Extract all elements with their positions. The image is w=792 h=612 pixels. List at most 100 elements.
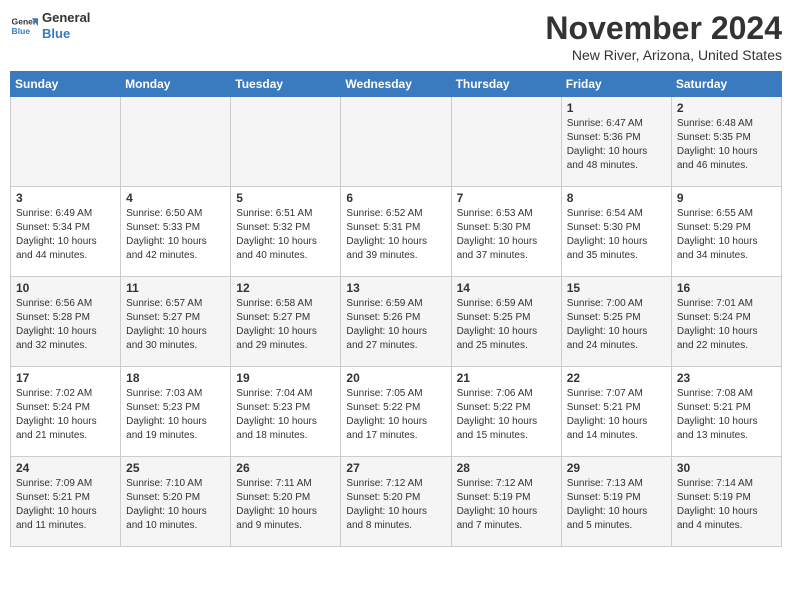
logo: General Blue General Blue	[10, 10, 90, 41]
daylight-hours: Daylight: 10 hours	[567, 416, 648, 427]
calendar-cell: 6 Sunrise: 6:52 AMSunset: 5:31 PMDaylight…	[341, 187, 451, 277]
calendar-cell: 4Sunrise: 6:50 AMSunset: 5:33 PMDaylight…	[121, 187, 231, 277]
calendar-cell: 26Sunrise: 7:11 AMSunset: 5:20 PMDayligh…	[231, 457, 341, 547]
sunrise-info: Sunrise: 7:02 AM	[16, 388, 92, 399]
header-cell-tuesday: Tuesday	[231, 72, 341, 97]
sunrise-info: Sunrise: 7:09 AM	[16, 478, 92, 489]
calendar-cell: 30Sunrise: 7:14 AMSunset: 5:19 PMDayligh…	[671, 457, 781, 547]
calendar-cell: 1Sunrise: 6:47 AMSunset: 5:36 PMDaylight…	[561, 97, 671, 187]
day-info: Sunrise: 6:57 AMSunset: 5:27 PMDaylight:…	[126, 297, 225, 353]
day-info: Sunrise: 6:54 AMSunset: 5:30 PMDaylight:…	[567, 207, 666, 263]
daylight-hours: Daylight: 10 hours	[677, 326, 758, 337]
day-info: Sunrise: 6:56 AMSunset: 5:28 PMDaylight:…	[16, 297, 115, 353]
sunset-info: Sunset: 5:20 PM	[236, 492, 310, 503]
day-number: 19	[236, 371, 335, 385]
sunset-info: Sunset: 5:28 PM	[16, 312, 90, 323]
daylight-hours: Daylight: 10 hours	[16, 326, 97, 337]
calendar-cell: 27Sunrise: 7:12 AMSunset: 5:20 PMDayligh…	[341, 457, 451, 547]
day-info: Sunrise: 7:08 AMSunset: 5:21 PMDaylight:…	[677, 387, 776, 443]
daylight-hours: Daylight: 10 hours	[677, 146, 758, 157]
calendar-cell	[341, 97, 451, 187]
day-number: 22	[567, 371, 666, 385]
daylight-minutes: and 7 minutes.	[457, 520, 523, 531]
day-number: 13	[346, 281, 445, 295]
week-row-5: 24 Sunrise: 7:09 AM Sunset: 5:21 PM Dayligh…	[11, 457, 782, 547]
day-info: Sunrise: 6:53 AMSunset: 5:30 PMDaylight:…	[457, 207, 556, 263]
sunset-info: Sunset: 5:19 PM	[677, 492, 751, 503]
day-info: Sunrise: 6:59 AMSunset: 5:25 PMDaylight:…	[457, 297, 556, 353]
day-info: Sunrise: 7:04 AMSunset: 5:23 PMDaylight:…	[236, 387, 335, 443]
calendar-cell: 21Sunrise: 7:06 AMSunset: 5:22 PMDayligh…	[451, 367, 561, 457]
daylight-hours: Daylight: 10 hours	[457, 236, 538, 247]
sunrise-info: Sunrise: 6:48 AM	[677, 118, 753, 129]
sunrise-info: Sunrise: 7:03 AM	[126, 388, 202, 399]
day-number: 28	[457, 461, 556, 475]
logo-text-line2: Blue	[42, 26, 90, 42]
day-info: Sunrise: 7:11 AMSunset: 5:20 PMDaylight:…	[236, 477, 335, 533]
day-info: Sunrise: 6:51 AMSunset: 5:32 PMDaylight:…	[236, 207, 335, 263]
day-info: Sunrise: 6:52 AMSunset: 5:31 PMDaylight:…	[346, 207, 445, 263]
calendar-cell: 25Sunrise: 7:10 AMSunset: 5:20 PMDayligh…	[121, 457, 231, 547]
day-number: 7	[457, 191, 556, 205]
day-number: 23	[677, 371, 776, 385]
day-info: Sunrise: 7:13 AMSunset: 5:19 PMDaylight:…	[567, 477, 666, 533]
day-info: Sunrise: 7:07 AMSunset: 5:21 PMDaylight:…	[567, 387, 666, 443]
calendar-cell: 8 Sunrise: 6:54 AMSunset: 5:30 PMDaylight…	[561, 187, 671, 277]
sunset-info: Sunset: 5:19 PM	[457, 492, 531, 503]
sunrise-info: Sunrise: 7:08 AM	[677, 388, 753, 399]
sunrise-info: Sunrise: 6:59 AM	[457, 298, 533, 309]
day-number: 8	[567, 191, 666, 205]
sunrise-info: Sunrise: 7:06 AM	[457, 388, 533, 399]
sunrise-info: Sunrise: 6:55 AM	[677, 208, 753, 219]
sunset-info: Sunset: 5:34 PM	[16, 222, 90, 233]
calendar-cell: 14Sunrise: 6:59 AMSunset: 5:25 PMDayligh…	[451, 277, 561, 367]
calendar-cell: 18Sunrise: 7:03 AMSunset: 5:23 PMDayligh…	[121, 367, 231, 457]
daylight-hours: Daylight: 10 hours	[236, 416, 317, 427]
calendar-cell: 24 Sunrise: 7:09 AM Sunset: 5:21 PM Dayligh…	[11, 457, 121, 547]
day-number: 24	[16, 461, 115, 475]
header-cell-sunday: Sunday	[11, 72, 121, 97]
sunset-info: Sunset: 5:21 PM	[16, 492, 90, 503]
daylight-hours: Daylight: 10 hours	[677, 506, 758, 517]
daylight-minutes: and 14 minutes.	[567, 430, 638, 441]
day-info: Sunrise: 6:59 AMSunset: 5:26 PMDaylight:…	[346, 297, 445, 353]
location: New River, Arizona, United States	[545, 47, 782, 63]
calendar-cell: 17Sunrise: 7:02 AMSunset: 5:24 PMDayligh…	[11, 367, 121, 457]
daylight-hours: Daylight: 10 hours	[16, 236, 97, 247]
day-info: Sunrise: 7:12 AMSunset: 5:19 PMDaylight:…	[457, 477, 556, 533]
day-info: Sunrise: 7:12 AMSunset: 5:20 PMDaylight:…	[346, 477, 445, 533]
daylight-hours: Daylight: 10 hours	[16, 506, 97, 517]
sunrise-info: Sunrise: 6:50 AM	[126, 208, 202, 219]
week-row-2: 3Sunrise: 6:49 AMSunset: 5:34 PMDaylight…	[11, 187, 782, 277]
sunrise-info: Sunrise: 6:49 AM	[16, 208, 92, 219]
header-cell-thursday: Thursday	[451, 72, 561, 97]
sunrise-info: Sunrise: 7:01 AM	[677, 298, 753, 309]
sunset-info: Sunset: 5:22 PM	[457, 402, 531, 413]
day-number: 9	[677, 191, 776, 205]
calendar-cell: 28 Sunrise: 7:12 AMSunset: 5:19 PMDayligh…	[451, 457, 561, 547]
day-number: 29	[567, 461, 666, 475]
calendar-cell: 22 Sunrise: 7:07 AMSunset: 5:21 PMDayligh…	[561, 367, 671, 457]
daylight-hours: Daylight: 10 hours	[346, 236, 427, 247]
sunrise-info: Sunrise: 7:04 AM	[236, 388, 312, 399]
calendar-cell: 5 Sunrise: 6:51 AMSunset: 5:32 PMDaylight…	[231, 187, 341, 277]
day-number: 5	[236, 191, 335, 205]
day-number: 6	[346, 191, 445, 205]
day-number: 21	[457, 371, 556, 385]
daylight-hours: Daylight: 10 hours	[126, 326, 207, 337]
day-number: 11	[126, 281, 225, 295]
calendar-cell: 19 Sunrise: 7:04 AMSunset: 5:23 PMDayligh…	[231, 367, 341, 457]
day-number: 1	[567, 101, 666, 115]
daylight-minutes: and 27 minutes.	[346, 340, 417, 351]
sunrise-info: Sunrise: 7:00 AM	[567, 298, 643, 309]
month-title: November 2024	[545, 10, 782, 47]
day-number: 2	[677, 101, 776, 115]
day-number: 4	[126, 191, 225, 205]
day-number: 25	[126, 461, 225, 475]
daylight-minutes: and 18 minutes.	[236, 430, 307, 441]
daylight-minutes: and 21 minutes.	[16, 430, 87, 441]
daylight-hours: Daylight: 10 hours	[567, 146, 648, 157]
calendar-cell: 23 Sunrise: 7:08 AMSunset: 5:21 PMDayligh…	[671, 367, 781, 457]
day-info: Sunrise: 6:49 AM Sunset: 5:34 PM Daylight:…	[16, 207, 115, 263]
day-info: Sunrise: 6:58 AMSunset: 5:27 PMDaylight:…	[236, 297, 335, 353]
